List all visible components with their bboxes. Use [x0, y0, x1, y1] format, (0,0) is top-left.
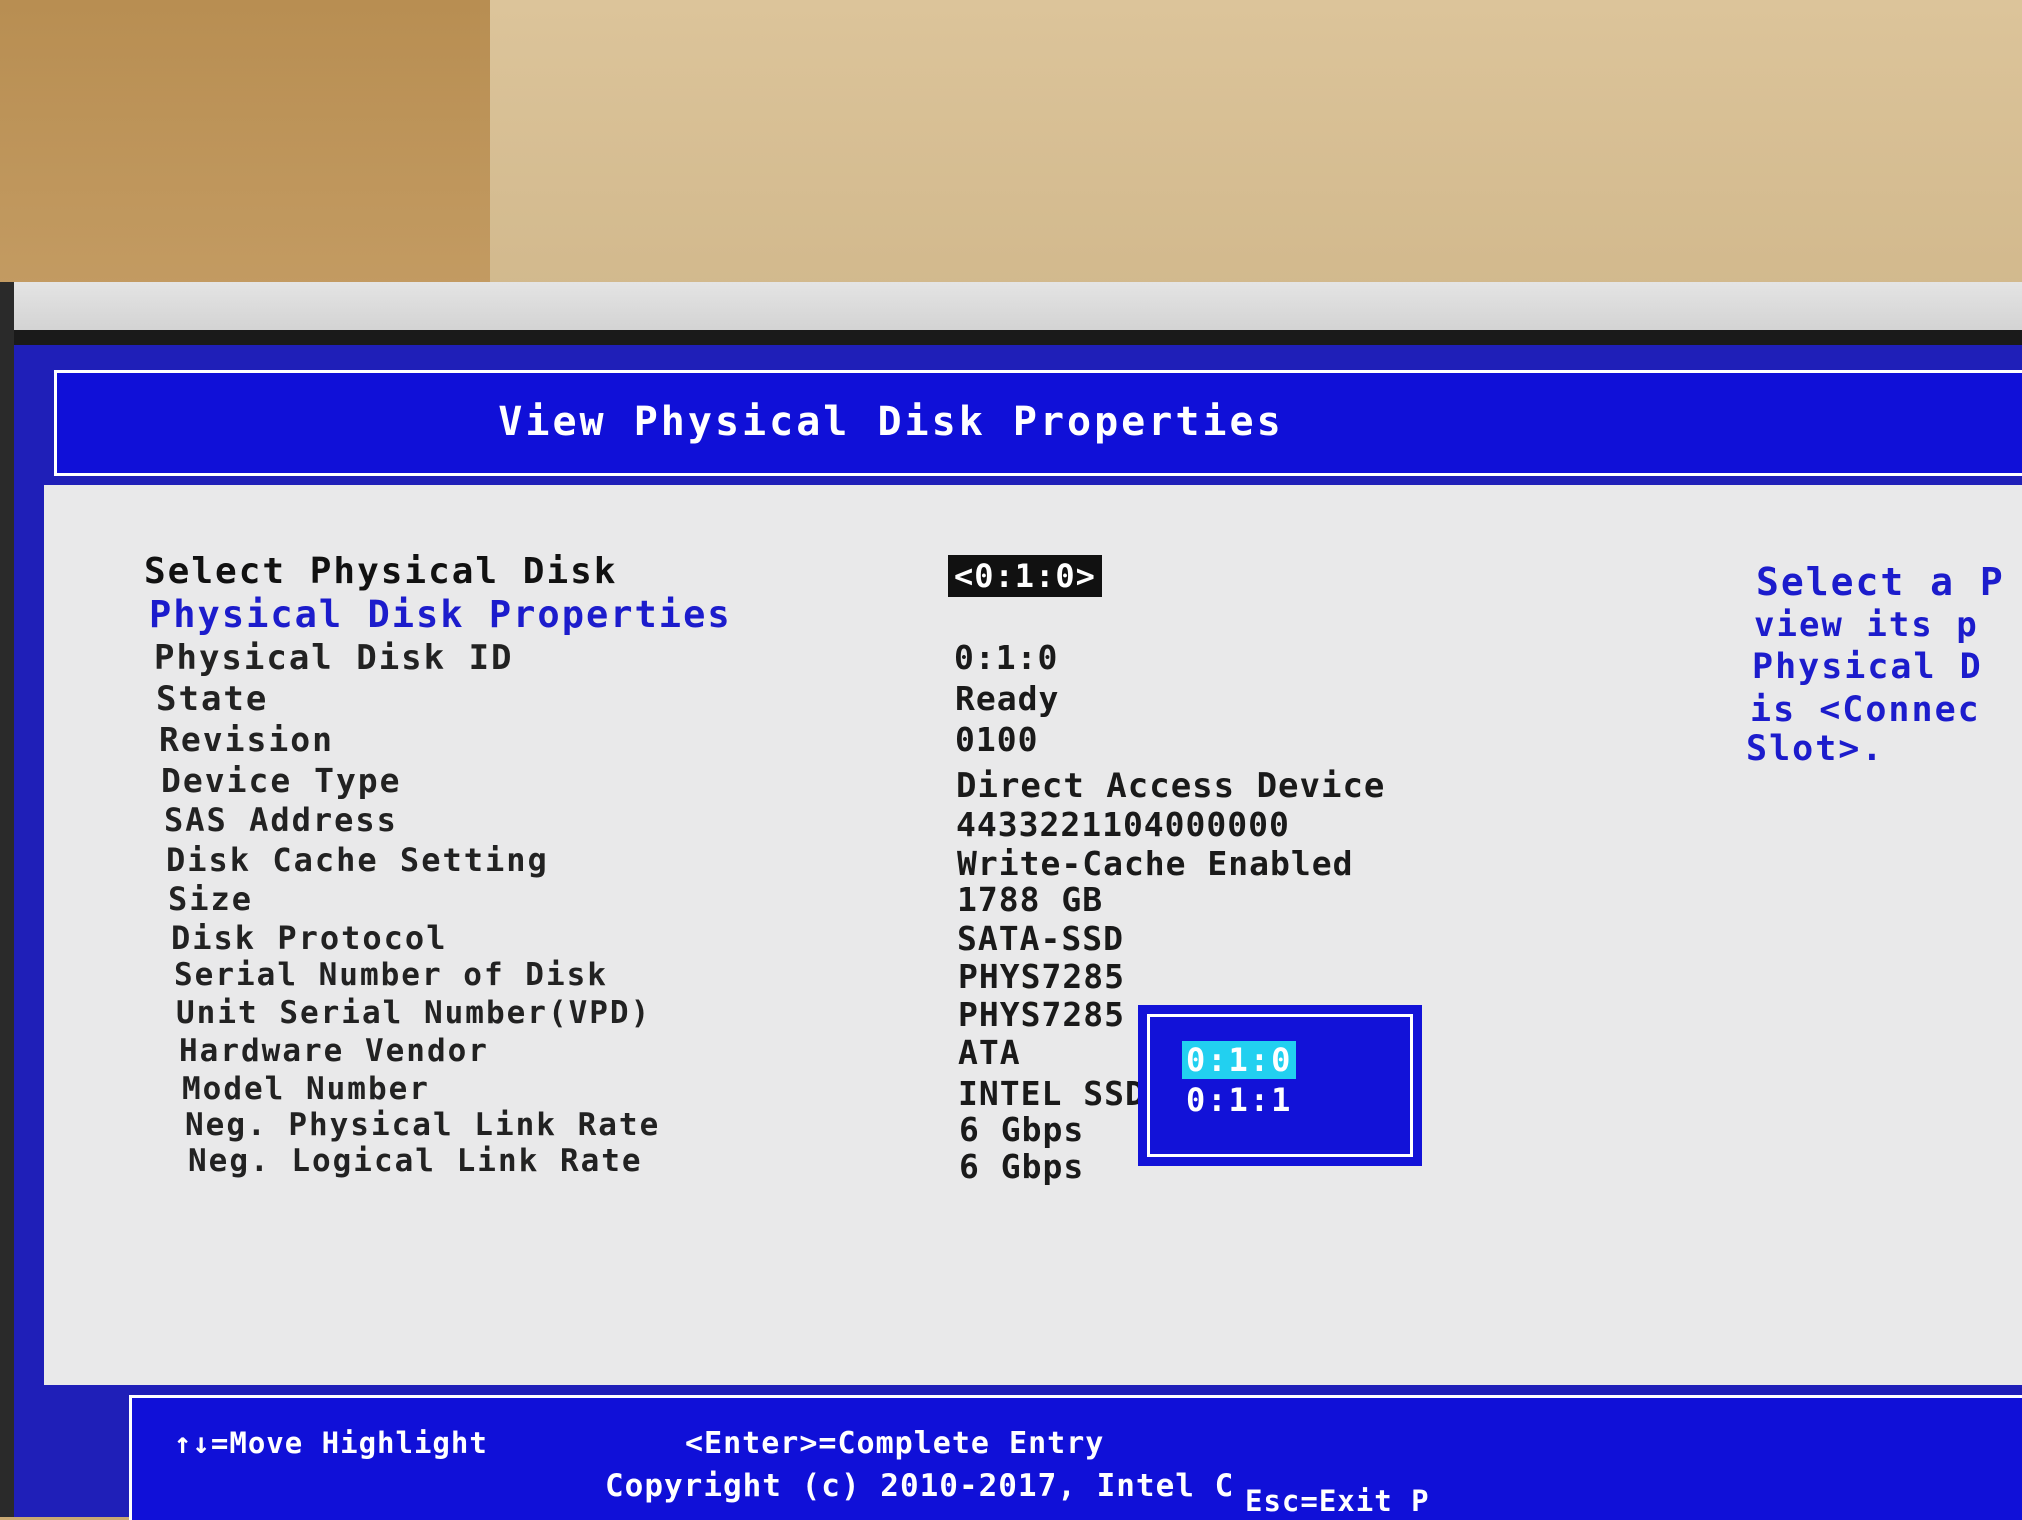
- prop-label-size: Size: [168, 880, 254, 918]
- footer-enter-hint: <Enter>=Complete Entry: [685, 1426, 1105, 1461]
- prop-value-hardware-vendor: ATA: [958, 1033, 1021, 1072]
- footer-copyright: Copyright (c) 2010-2017, Intel C: [605, 1468, 1235, 1504]
- prop-label-serial-number: Serial Number of Disk: [174, 957, 608, 993]
- help-line-1: Select a P: [1756, 560, 2005, 604]
- background-wall-right: [490, 0, 2022, 290]
- popup-frame: 0:1:0 0:1:1: [1147, 1014, 1413, 1157]
- footer-move-hint: ↑↓=Move Highlight: [174, 1426, 488, 1460]
- prop-value-disk-cache: Write-Cache Enabled: [957, 844, 1354, 883]
- prop-value-device-type: Direct Access Device: [956, 766, 1386, 806]
- header-panel: View Physical Disk Properties: [54, 370, 2022, 476]
- prop-value-disk-id: 0:1:0: [954, 638, 1059, 677]
- prop-label-sas-address: SAS Address: [164, 801, 398, 839]
- prop-label-disk-protocol: Disk Protocol: [171, 919, 448, 957]
- prop-value-unit-serial: PHYS7285: [958, 995, 1125, 1034]
- prop-label-revision: Revision: [159, 720, 334, 759]
- section-title: Physical Disk Properties: [149, 593, 732, 636]
- prop-label-physical-link-rate: Neg. Physical Link Rate: [185, 1107, 661, 1143]
- prop-label-disk-id: Physical Disk ID: [154, 638, 514, 678]
- prop-value-revision: 0100: [955, 720, 1039, 759]
- background-wall-left: [0, 0, 490, 290]
- prop-label-unit-serial: Unit Serial Number(VPD): [176, 995, 652, 1031]
- footer-panel: ↑↓=Move Highlight <Enter>=Complete Entry…: [129, 1395, 2022, 1520]
- help-line-5: Slot>.: [1746, 729, 1885, 769]
- monitor-bezel-left: [0, 282, 14, 1517]
- prop-label-device-type: Device Type: [161, 761, 402, 800]
- prop-label-logical-link-rate: Neg. Logical Link Rate: [188, 1143, 643, 1179]
- prop-value-physical-link-rate: 6 Gbps: [959, 1110, 1085, 1149]
- prop-value-disk-protocol: SATA-SSD: [957, 919, 1124, 958]
- select-physical-disk-label: Select Physical Disk: [144, 551, 618, 592]
- footer-esc-hint: Esc=Exit P: [1245, 1484, 1430, 1518]
- properties-panel: Select Physical Disk <0:1:0> Physical Di…: [44, 485, 2022, 1385]
- prop-label-state: State: [156, 679, 269, 719]
- page-title: View Physical Disk Properties: [498, 399, 1284, 445]
- popup-option-0-1-0[interactable]: 0:1:0: [1182, 1041, 1297, 1079]
- help-line-2: view its p: [1754, 605, 1979, 645]
- prop-value-size: 1788 GB: [957, 880, 1104, 919]
- bios-screen: View Physical Disk Properties Select Phy…: [14, 345, 2022, 1520]
- prop-value-sas-address: 4433221104000000: [956, 805, 1290, 844]
- help-line-3: Physical D: [1752, 647, 1983, 687]
- popup-option-0-1-1[interactable]: 0:1:1: [1186, 1081, 1292, 1119]
- prop-label-model-number: Model Number: [182, 1071, 430, 1107]
- prop-label-hardware-vendor: Hardware Vendor: [179, 1033, 489, 1069]
- help-line-4: is <Connec: [1750, 690, 1981, 730]
- prop-label-disk-cache: Disk Cache Setting: [166, 841, 549, 879]
- prop-value-logical-link-rate: 6 Gbps: [959, 1147, 1085, 1186]
- disk-select-popup: 0:1:0 0:1:1: [1138, 1005, 1422, 1166]
- prop-value-serial-number: PHYS7285: [958, 957, 1125, 996]
- prop-value-state: Ready: [955, 679, 1060, 718]
- select-physical-disk-value[interactable]: <0:1:0>: [948, 555, 1102, 597]
